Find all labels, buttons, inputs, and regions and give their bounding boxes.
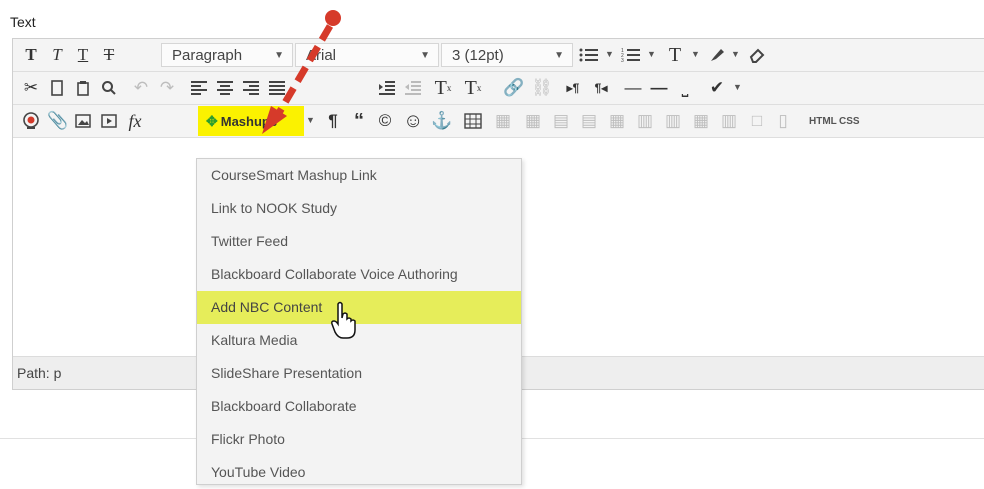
mashups-button[interactable]: ✥ Mashups	[198, 106, 304, 136]
underline-button[interactable]: T	[73, 43, 93, 67]
outdent-icon[interactable]	[403, 76, 423, 100]
undo-icon[interactable]: ↶	[131, 76, 151, 100]
ltr-icon[interactable]: ▸¶	[563, 76, 583, 100]
menu-item[interactable]: Blackboard Collaborate Voice Authoring	[197, 258, 521, 291]
table-merge-cells-icon[interactable]: □	[747, 109, 767, 133]
table-cell-props-icon[interactable]: ▦	[523, 109, 543, 133]
css-button[interactable]: CSS	[839, 109, 860, 133]
bold-button[interactable]: T	[21, 43, 41, 67]
align-right-icon[interactable]	[241, 76, 261, 100]
justify-icon[interactable]	[267, 76, 287, 100]
paragraph-mark-button[interactable]: ¶	[323, 109, 343, 133]
toolbar-row-1: T T T T Paragraph ▼ Arial ▼ 3 (12pt) ▼ ▼…	[13, 39, 984, 72]
font-select-value: Arial	[306, 46, 337, 64]
table-insert-row-before-icon[interactable]: ▤	[551, 109, 571, 133]
subscript-icon[interactable]: Tx	[463, 76, 483, 100]
table-split-cells-icon[interactable]: ▥	[719, 109, 739, 133]
emoticon-icon[interactable]: ☺	[403, 109, 423, 133]
format-select[interactable]: Paragraph ▼	[161, 43, 293, 67]
table-insert-col-after-icon[interactable]: ▥	[663, 109, 683, 133]
copyright-icon[interactable]: ©	[375, 109, 395, 133]
text-color-icon[interactable]: T	[665, 43, 685, 67]
table-row-props-icon[interactable]: ▦	[493, 109, 513, 133]
table-delete-icon[interactable]: ▯	[773, 109, 793, 133]
math-formula-icon[interactable]: fx	[125, 109, 145, 133]
cut-icon[interactable]: ✂	[21, 76, 41, 100]
unlink-icon[interactable]: ⛓	[531, 76, 553, 100]
highlighter-icon[interactable]	[707, 43, 727, 67]
copy-icon[interactable]	[47, 76, 67, 100]
anchor-icon[interactable]: ⚓	[431, 109, 452, 133]
chevron-down-icon[interactable]: ▼	[647, 49, 656, 59]
chevron-down-icon: ▼	[554, 50, 564, 61]
chevron-down-icon[interactable]: ▼	[731, 49, 740, 59]
italic-button[interactable]: T	[47, 43, 67, 67]
menu-item[interactable]: Flickr Photo	[197, 423, 521, 456]
link-icon[interactable]: 🔗	[503, 76, 524, 100]
redo-icon[interactable]: ↷	[157, 76, 177, 100]
format-select-value: Paragraph	[172, 46, 243, 64]
align-center-icon[interactable]	[215, 76, 235, 100]
table-icon[interactable]	[463, 109, 483, 133]
mashups-icon: ✥	[206, 112, 218, 129]
chevron-down-icon: ▼	[420, 50, 430, 61]
menu-item[interactable]: SlideShare Presentation	[197, 357, 521, 390]
field-label: Text	[10, 14, 36, 30]
media-icon[interactable]	[99, 109, 119, 133]
font-select[interactable]: Arial ▼	[295, 43, 439, 67]
bullet-list-icon[interactable]	[579, 43, 599, 67]
superscript-icon[interactable]: Tx	[433, 76, 453, 100]
table-delete-row-icon[interactable]: ▦	[607, 109, 627, 133]
record-icon[interactable]	[21, 109, 41, 133]
mashups-label: Mashups	[220, 113, 278, 129]
eraser-icon[interactable]	[747, 43, 767, 67]
table-delete-col-icon[interactable]: ▦	[691, 109, 711, 133]
toolbar-row-3: 📎 fx ✥ Mashups ▼ ¶ “ © ☺ ⚓ ▦ ▦ ▤ ▤ ▦ ▥ ▥…	[13, 105, 984, 138]
svg-text:3: 3	[621, 58, 624, 63]
image-icon[interactable]	[73, 109, 93, 133]
indent-icon[interactable]	[377, 76, 397, 100]
attachment-icon[interactable]: 📎	[47, 109, 68, 133]
align-left-icon[interactable]	[189, 76, 209, 100]
menu-item[interactable]: Link to NOOK Study	[197, 192, 521, 225]
html-source-button[interactable]: HTML	[809, 109, 837, 133]
path-text: Path: p	[17, 365, 62, 381]
size-select-value: 3 (12pt)	[452, 46, 504, 64]
hand-cursor-icon	[331, 301, 356, 339]
menu-item[interactable]: Twitter Feed	[197, 225, 521, 258]
menu-item[interactable]: YouTube Video	[197, 456, 521, 489]
nonbreaking-space-icon[interactable]: ⎵	[675, 76, 695, 100]
numbered-list-icon[interactable]: 123	[621, 43, 641, 67]
horizontal-rule-icon[interactable]: —	[623, 76, 643, 100]
menu-item[interactable]: Blackboard Collaborate	[197, 390, 521, 423]
horizontal-line-icon[interactable]: —	[649, 76, 669, 100]
find-icon[interactable]	[99, 76, 119, 100]
rtl-icon[interactable]: ¶◂	[591, 76, 611, 100]
chevron-down-icon: ▼	[274, 50, 284, 61]
paste-icon[interactable]	[73, 76, 93, 100]
table-insert-col-before-icon[interactable]: ▥	[635, 109, 655, 133]
chevron-down-icon[interactable]: ▼	[691, 49, 700, 59]
chevron-down-icon[interactable]: ▼	[605, 49, 614, 59]
table-insert-row-after-icon[interactable]: ▤	[579, 109, 599, 133]
chevron-down-icon[interactable]: ▼	[306, 115, 315, 125]
strikethrough-button[interactable]: T	[99, 43, 119, 67]
menu-item[interactable]: CourseSmart Mashup Link	[197, 159, 521, 192]
spellcheck-icon[interactable]: ✔	[707, 76, 727, 100]
toolbar-row-2: ✂ ↶ ↷ Tx Tx 🔗 ⛓ ▸¶ ¶◂ — — ⎵ ✔ ▼	[13, 72, 984, 105]
chevron-down-icon[interactable]: ▼	[733, 82, 742, 92]
size-select[interactable]: 3 (12pt) ▼	[441, 43, 573, 67]
blockquote-button[interactable]: “	[349, 109, 369, 133]
